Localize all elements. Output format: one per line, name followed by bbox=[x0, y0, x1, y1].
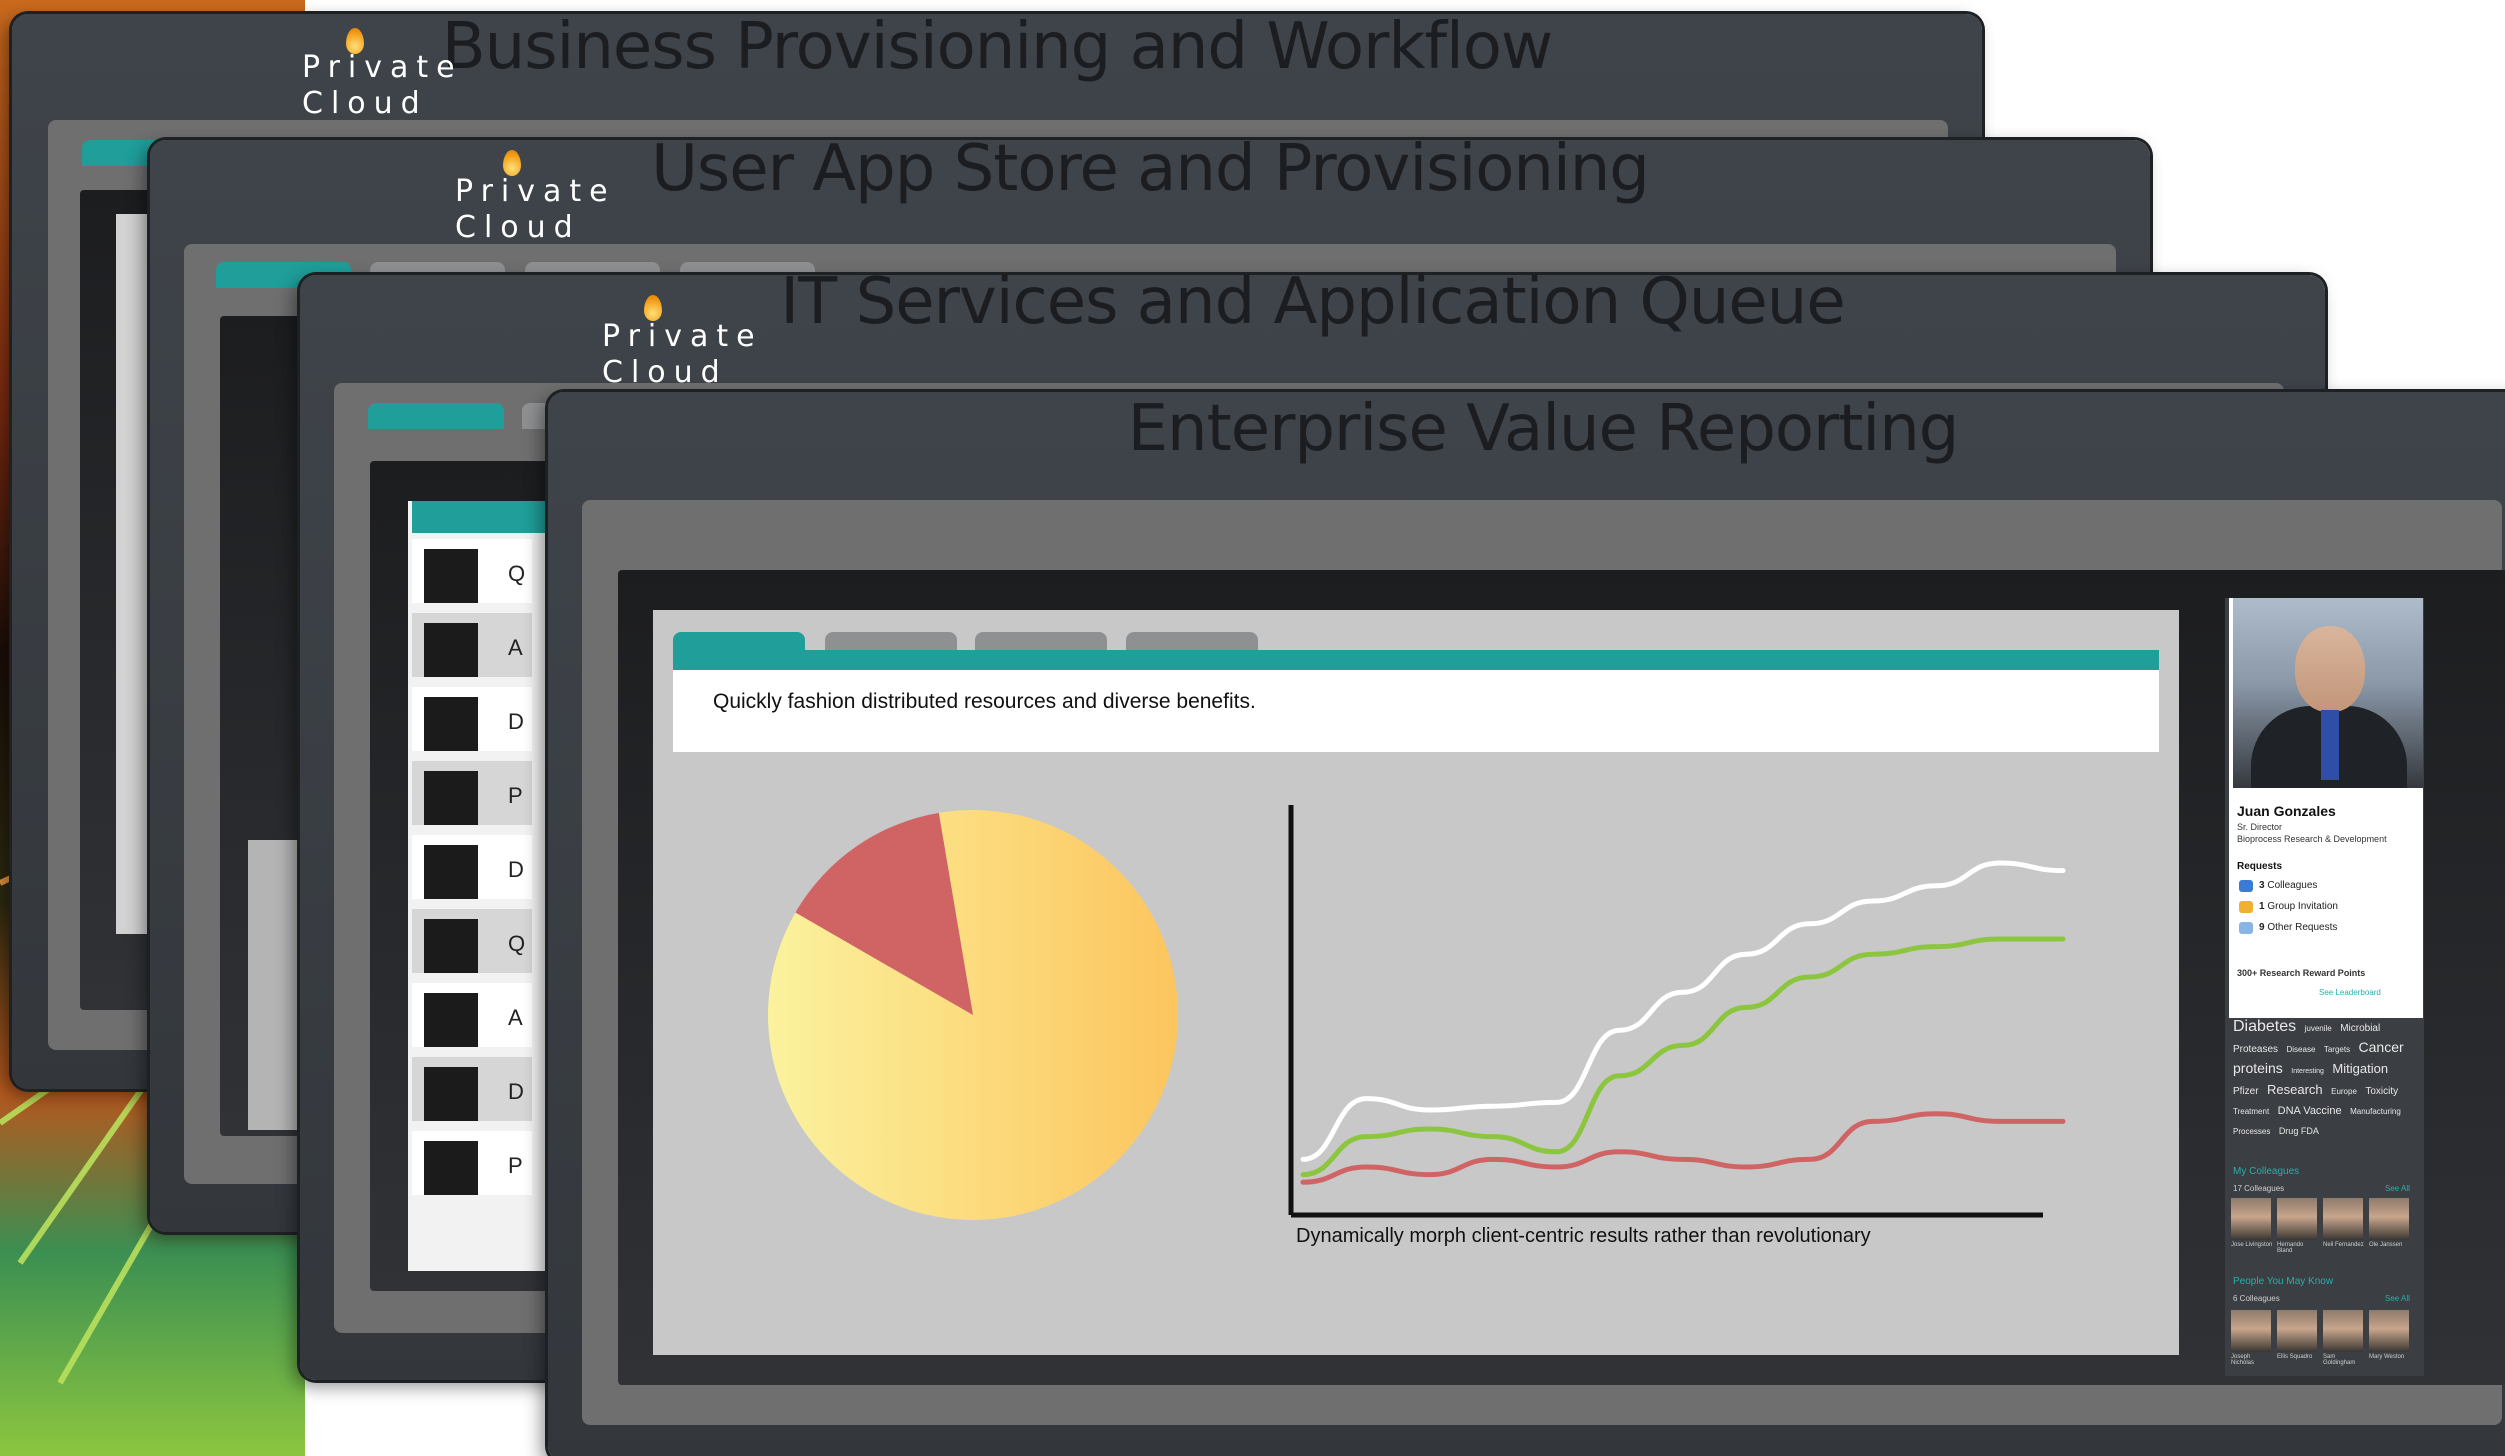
tag-item[interactable]: juvenile bbox=[2305, 1024, 2332, 1033]
queue-row-label: D bbox=[508, 709, 524, 734]
person-name: Neil Fernandez bbox=[2323, 1242, 2364, 1248]
people-you-may-know-header[interactable]: People You May Know bbox=[2233, 1276, 2333, 1287]
requests-header: Requests bbox=[2237, 861, 2283, 872]
report-content: Quickly fashion distributed resources an… bbox=[653, 610, 2179, 1355]
people-count: 6 Colleagues bbox=[2233, 1294, 2280, 1303]
person-avatar[interactable] bbox=[2277, 1310, 2317, 1352]
tag-item[interactable]: Pfizer bbox=[2233, 1086, 2259, 1097]
app-icon bbox=[424, 623, 478, 677]
line-chart bbox=[1288, 805, 2066, 1218]
queue-row[interactable]: Q bbox=[412, 539, 532, 603]
window-title: Enterprise Value Reporting bbox=[1127, 392, 1960, 466]
queue-row[interactable]: P bbox=[412, 761, 532, 825]
person-avatar[interactable] bbox=[2369, 1310, 2409, 1352]
app-icon bbox=[424, 697, 478, 751]
person-name: Hernando Bland bbox=[2277, 1242, 2304, 1254]
tab-band bbox=[673, 650, 2159, 670]
private-cloud-logo: Private Cloud bbox=[602, 295, 763, 391]
see-all-link[interactable]: See All bbox=[2385, 1294, 2410, 1303]
queue-row[interactable]: A bbox=[412, 613, 532, 677]
request-icon bbox=[2239, 901, 2253, 913]
tab-1[interactable] bbox=[368, 403, 504, 429]
profile-sidebar: Juan Gonzales Sr. Director Bioprocess Re… bbox=[2225, 598, 2424, 1376]
colleagues-count: 17 Colleagues bbox=[2233, 1184, 2285, 1193]
app-icon bbox=[424, 993, 478, 1047]
tag-cloud: Diabetes juvenile Microbial Proteases Di… bbox=[2233, 1018, 2419, 1141]
queue-row-label: Q bbox=[508, 561, 526, 586]
flame-icon bbox=[346, 28, 364, 54]
tag-item[interactable]: Research bbox=[2267, 1082, 2323, 1097]
queue-row[interactable]: P bbox=[412, 1131, 532, 1195]
queue-row-label: P bbox=[508, 783, 523, 808]
tagline: Quickly fashion distributed resources an… bbox=[673, 670, 2159, 752]
app-icon bbox=[424, 1067, 478, 1121]
queue-row-label: Q bbox=[508, 931, 526, 956]
person-name: Ellis Squadro bbox=[2277, 1354, 2313, 1360]
flame-icon bbox=[503, 150, 521, 176]
queue-row-label: D bbox=[508, 857, 524, 882]
tag-item[interactable]: Targets bbox=[2324, 1045, 2350, 1054]
person-avatar[interactable] bbox=[2231, 1198, 2271, 1240]
request-item[interactable]: 1 Group Invitation bbox=[2259, 901, 2338, 912]
app-icon bbox=[424, 771, 478, 825]
request-icon bbox=[2239, 922, 2253, 934]
flame-icon bbox=[644, 295, 662, 321]
queue-row[interactable]: Q bbox=[412, 909, 532, 973]
person-avatar[interactable] bbox=[2231, 1310, 2271, 1352]
profile-name[interactable]: Juan Gonzales bbox=[2237, 803, 2336, 819]
profile-photo bbox=[2233, 598, 2423, 788]
tag-item[interactable]: Drug FDA bbox=[2279, 1126, 2319, 1136]
person-avatar[interactable] bbox=[2277, 1198, 2317, 1240]
reward-points: 300+ Research Reward Points bbox=[2237, 968, 2366, 978]
person-name: Jose Livingston bbox=[2231, 1242, 2273, 1248]
person-avatar[interactable] bbox=[2323, 1310, 2363, 1352]
profile-card: Juan Gonzales Sr. Director Bioprocess Re… bbox=[2229, 598, 2423, 1018]
queue-row[interactable]: D bbox=[412, 835, 532, 899]
tag-item[interactable]: Disease bbox=[2286, 1045, 2315, 1054]
tag-item[interactable]: Diabetes bbox=[2233, 1018, 2296, 1035]
line-series-2 bbox=[1300, 1111, 2066, 1185]
app-icon bbox=[424, 845, 478, 899]
request-item[interactable]: 9 Other Requests bbox=[2259, 922, 2337, 933]
window-title: User App Store and Provisioning bbox=[651, 132, 1650, 206]
tag-item[interactable]: Toxicity bbox=[2365, 1086, 2398, 1097]
person-name: Ole Janssen bbox=[2369, 1242, 2403, 1248]
app-icon bbox=[424, 549, 478, 603]
tag-item[interactable]: Treatment bbox=[2233, 1107, 2269, 1116]
profile-department: Bioprocess Research & Development bbox=[2237, 834, 2387, 844]
app-icon bbox=[424, 919, 478, 973]
queue-row-label: A bbox=[508, 635, 523, 660]
private-cloud-logo: Private Cloud bbox=[455, 150, 616, 246]
queue-row-label: P bbox=[508, 1153, 523, 1178]
private-cloud-logo: Private Cloud bbox=[302, 28, 463, 122]
person-avatar[interactable] bbox=[2323, 1198, 2363, 1240]
see-all-link[interactable]: See All bbox=[2385, 1184, 2410, 1193]
person-name: Sam Goldingham bbox=[2323, 1354, 2356, 1366]
my-colleagues-header[interactable]: My Colleagues bbox=[2233, 1166, 2299, 1177]
tag-item[interactable]: Mitigation bbox=[2332, 1061, 2388, 1076]
person-avatar[interactable] bbox=[2369, 1198, 2409, 1240]
queue-row[interactable]: A bbox=[412, 983, 532, 1047]
person-name: Mary Weston bbox=[2369, 1354, 2405, 1360]
chart-caption: Dynamically morph client-centric results… bbox=[1296, 1225, 1871, 1247]
app-icon bbox=[424, 1141, 478, 1195]
request-item[interactable]: 3 Colleagues bbox=[2259, 880, 2317, 891]
pie-chart bbox=[768, 810, 1178, 1220]
queue-row[interactable]: D bbox=[412, 687, 532, 751]
line-series-1 bbox=[1300, 936, 2066, 1178]
person-name: Joseph Nicholas bbox=[2231, 1354, 2255, 1366]
queue-row[interactable]: D bbox=[412, 1057, 532, 1121]
profile-title: Sr. Director bbox=[2237, 822, 2283, 832]
leaderboard-link[interactable]: See Leaderboard bbox=[2319, 988, 2381, 997]
queue-row-label: D bbox=[508, 1079, 524, 1104]
queue-row-label: A bbox=[508, 1005, 523, 1030]
request-icon bbox=[2239, 880, 2253, 892]
tag-item[interactable]: DNA Vaccine bbox=[2278, 1105, 2342, 1117]
tag-item[interactable]: Interesting bbox=[2291, 1068, 2324, 1075]
tag-item[interactable]: Europe bbox=[2331, 1087, 2357, 1096]
